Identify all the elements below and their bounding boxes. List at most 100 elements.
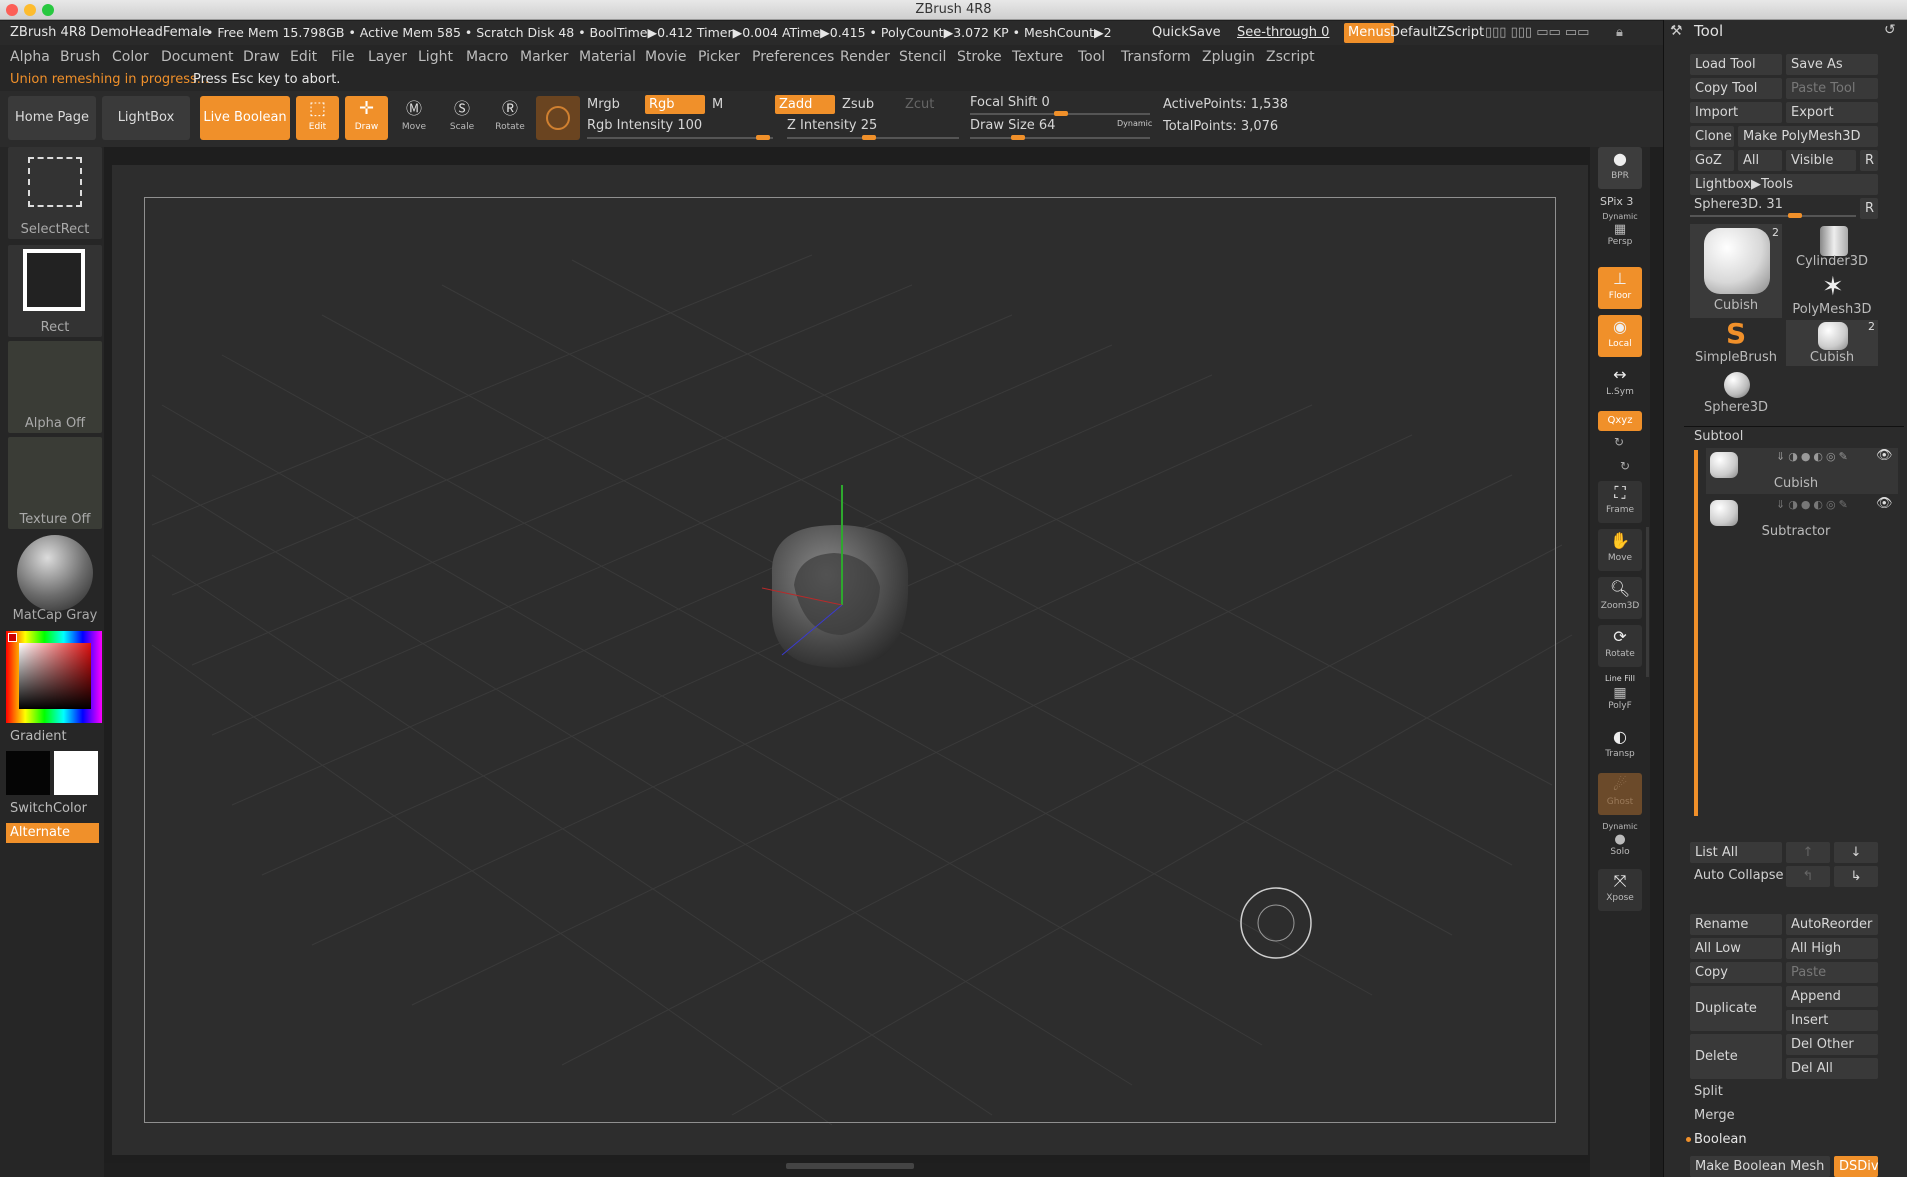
subtool-scrollbar[interactable]: [1694, 450, 1698, 816]
make-boolean-mesh-button[interactable]: Make Boolean Mesh: [1690, 1156, 1830, 1177]
z-intensity-slider[interactable]: Z Intensity 25: [787, 118, 877, 133]
menu-picker[interactable]: Picker: [698, 45, 740, 69]
delete-button[interactable]: Delete: [1690, 1034, 1782, 1079]
subtractor-options-icon[interactable]: ⇓◑●◐◎✎: [1776, 498, 1851, 511]
sphere3d-slider[interactable]: Sphere3D. 31: [1694, 197, 1783, 212]
menu-marker[interactable]: Marker: [520, 45, 568, 69]
copy-tool-button[interactable]: Copy Tool: [1690, 78, 1782, 99]
list-all-button[interactable]: List All: [1690, 842, 1782, 863]
autoreorder-button[interactable]: AutoReorder: [1786, 914, 1878, 935]
color-picker[interactable]: [6, 631, 102, 723]
zadd-toggle[interactable]: Zadd: [775, 95, 835, 114]
lightbox-button[interactable]: LightBox: [102, 96, 190, 140]
sphere3d-r-button[interactable]: R: [1860, 198, 1878, 219]
dynamic-toggle[interactable]: Dynamic: [1117, 119, 1152, 128]
rgb-toggle[interactable]: Rgb: [645, 95, 705, 114]
frame-button[interactable]: ⛶ Frame: [1598, 481, 1642, 523]
move-view-button[interactable]: ✋ Move: [1598, 529, 1642, 571]
xyz-toggle[interactable]: Qxyz: [1598, 411, 1642, 431]
all-high-button[interactable]: All High: [1786, 938, 1878, 959]
quicksave-button[interactable]: QuickSave: [1152, 21, 1221, 45]
floor-button[interactable]: ⊥ Floor: [1598, 267, 1642, 309]
cubish-visibility-eye-icon[interactable]: 👁︎: [1876, 448, 1893, 463]
mrgb-toggle[interactable]: Mrgb: [587, 97, 620, 112]
sphere3d-slider-track[interactable]: [1690, 215, 1856, 217]
default-zscript-button[interactable]: DefaultZScript: [1390, 21, 1484, 45]
secondary-color-swatch[interactable]: [6, 751, 50, 795]
material-swatch[interactable]: [536, 96, 580, 140]
boolean-section[interactable]: Boolean: [1694, 1132, 1747, 1147]
tool-thumb-cubish-2[interactable]: 2 Cubish: [1786, 320, 1878, 366]
zoom3d-button[interactable]: 🔍︎ Zoom3D: [1598, 577, 1642, 619]
menu-light[interactable]: Light: [418, 45, 453, 69]
scale-mode-button[interactable]: Ⓢ Scale: [442, 96, 482, 140]
subtractor-visibility-eye-icon[interactable]: 👁︎: [1876, 496, 1893, 511]
material-slot[interactable]: MatCap Gray: [8, 533, 102, 625]
move-up-arrow-icon[interactable]: ↑: [1786, 842, 1830, 863]
split-section[interactable]: Split: [1694, 1084, 1723, 1099]
paste-tool-button[interactable]: Paste Tool: [1786, 78, 1878, 99]
menu-brush[interactable]: Brush: [60, 45, 100, 69]
color-square[interactable]: [19, 643, 91, 709]
subtool-header[interactable]: Subtool: [1694, 429, 1743, 444]
menu-stroke[interactable]: Stroke: [957, 45, 1002, 69]
menu-color[interactable]: Color: [112, 45, 149, 69]
layout-icon[interactable]: ▯▯▯ ▯▯▯ ▭▭ ▭▭: [1485, 21, 1589, 45]
menu-stencil[interactable]: Stencil: [899, 45, 946, 69]
local-button[interactable]: ◉ Local: [1598, 315, 1642, 357]
zsub-toggle[interactable]: Zsub: [842, 97, 874, 112]
menu-zplugin[interactable]: Zplugin: [1202, 45, 1255, 69]
tool-thumb-cubish[interactable]: 2 Cubish: [1690, 224, 1782, 318]
goz-r-button[interactable]: R: [1860, 150, 1878, 171]
menu-draw[interactable]: Draw: [243, 45, 280, 69]
del-other-button[interactable]: Del Other: [1786, 1034, 1878, 1055]
subtool-options-icon[interactable]: ⇓◑●◐◎✎: [1776, 450, 1851, 463]
clone-button[interactable]: Clone: [1690, 126, 1734, 147]
move-mode-button[interactable]: Ⓜ Move: [394, 96, 434, 140]
dsdiv-toggle[interactable]: DSDiv: [1834, 1156, 1878, 1177]
lock-icon[interactable]: 🔒︎: [1616, 21, 1623, 45]
del-all-button[interactable]: Del All: [1786, 1058, 1878, 1079]
save-as-button[interactable]: Save As: [1786, 54, 1878, 75]
menu-document[interactable]: Document: [161, 45, 234, 69]
copy-subtool-button[interactable]: Copy: [1690, 962, 1782, 983]
live-boolean-button[interactable]: Live Boolean: [200, 96, 290, 140]
duplicate-button[interactable]: Duplicate: [1690, 986, 1782, 1031]
sphere3d-slider-knob[interactable]: [1788, 213, 1802, 218]
goz-all-button[interactable]: All: [1738, 150, 1782, 171]
move-right-arrow-icon[interactable]: ↳: [1834, 866, 1878, 887]
rotate-view-button[interactable]: ⟳ Rotate: [1598, 625, 1642, 667]
xpose-button[interactable]: ⤧ Xpose: [1598, 869, 1642, 911]
close-window-button[interactable]: [6, 4, 18, 16]
rotate-axis-y-icon[interactable]: ↻: [1614, 435, 1624, 449]
draw-size-slider[interactable]: Draw Size 64: [970, 118, 1055, 133]
menu-zscript[interactable]: Zscript: [1266, 45, 1315, 69]
m-toggle[interactable]: M: [712, 97, 723, 112]
solo-button[interactable]: Dynamic ● Solo: [1598, 821, 1642, 863]
rgb-intensity-knob[interactable]: [756, 135, 770, 140]
main-color-swatch[interactable]: [54, 751, 98, 795]
import-button[interactable]: Import: [1690, 102, 1782, 123]
focal-shift-slider[interactable]: Focal Shift 0: [970, 95, 1050, 110]
gradient-toggle[interactable]: Gradient: [10, 729, 67, 744]
menu-movie[interactable]: Movie: [645, 45, 686, 69]
minimize-window-button[interactable]: [24, 4, 36, 16]
rotate-mode-button[interactable]: Ⓡ Rotate: [490, 96, 530, 140]
select-rect-brush[interactable]: SelectRect: [8, 147, 102, 239]
zoom-window-button[interactable]: [42, 4, 54, 16]
home-page-button[interactable]: Home Page: [8, 96, 96, 140]
load-tool-button[interactable]: Load Tool: [1690, 54, 1782, 75]
goz-button[interactable]: GoZ: [1690, 150, 1734, 171]
menus-toggle[interactable]: Menus: [1344, 23, 1395, 43]
rotate-axis-z-icon[interactable]: ↻: [1620, 459, 1630, 473]
menu-tool[interactable]: Tool: [1078, 45, 1105, 69]
menu-render[interactable]: Render: [840, 45, 890, 69]
menu-layer[interactable]: Layer: [368, 45, 407, 69]
tool-thumb-cylinder3d[interactable]: Cylinder3D: [1786, 224, 1878, 270]
alpha-slot[interactable]: Alpha Off: [8, 341, 102, 433]
tool-palette-title[interactable]: Tool: [1694, 22, 1723, 40]
focal-shift-knob[interactable]: [1054, 111, 1068, 116]
menu-alpha[interactable]: Alpha: [10, 45, 50, 69]
menu-preferences[interactable]: Preferences: [752, 45, 834, 69]
draw-mode-button[interactable]: ✛ Draw: [345, 96, 388, 140]
